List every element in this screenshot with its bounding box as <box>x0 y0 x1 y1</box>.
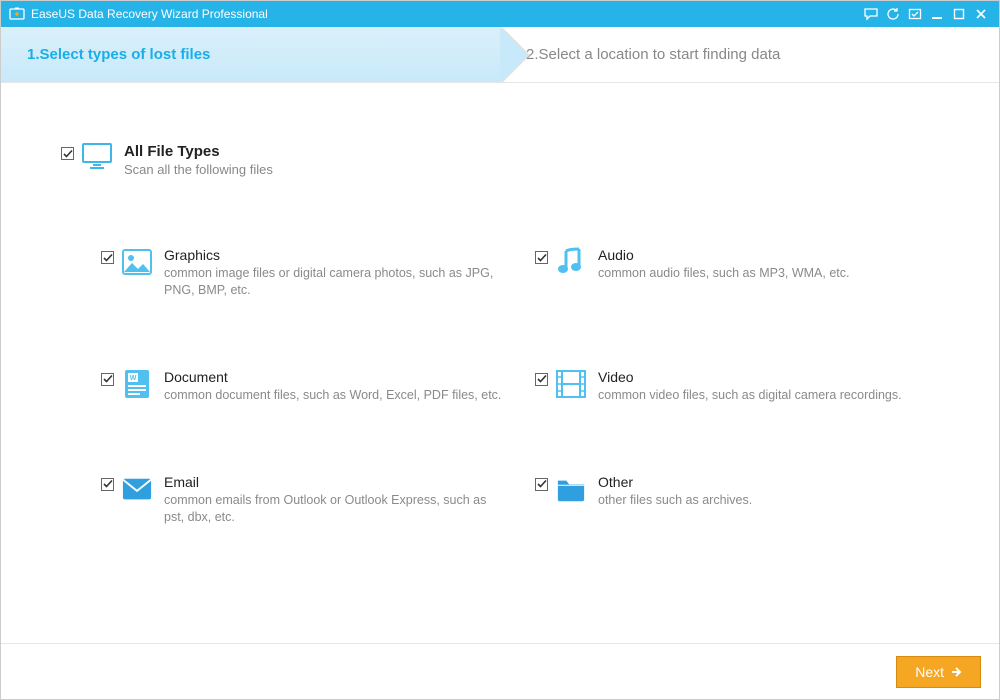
option-video: Video common video files, such as digita… <box>535 369 939 404</box>
checkbox-email[interactable] <box>101 478 114 491</box>
svg-text:W: W <box>130 375 137 382</box>
all-title: All File Types <box>124 143 273 160</box>
checkbox-video[interactable] <box>535 373 548 386</box>
graphics-desc: common image files or digital camera pho… <box>164 265 504 299</box>
step-1: 1.Select types of lost files <box>1 27 500 82</box>
document-title: Document <box>164 369 501 385</box>
minimize-button[interactable] <box>927 4 947 24</box>
app-title: EaseUS Data Recovery Wizard Professional <box>31 7 268 21</box>
next-button[interactable]: Next <box>896 656 981 688</box>
menu-icon[interactable] <box>905 4 925 24</box>
feedback-icon[interactable] <box>861 4 881 24</box>
checkbox-all[interactable] <box>61 147 74 160</box>
app-icon <box>9 6 25 22</box>
maximize-button[interactable] <box>949 4 969 24</box>
checkbox-audio[interactable] <box>535 251 548 264</box>
titlebar: EaseUS Data Recovery Wizard Professional <box>1 1 999 27</box>
footer: Next <box>1 643 999 699</box>
email-icon <box>122 474 152 504</box>
checkbox-graphics[interactable] <box>101 251 114 264</box>
option-audio: Audio common audio files, such as MP3, W… <box>535 247 939 299</box>
content-area: All File Types Scan all the following fi… <box>1 83 999 525</box>
step-1-label: 1.Select types of lost files <box>27 46 210 63</box>
email-desc: common emails from Outlook or Outlook Ex… <box>164 492 504 526</box>
graphics-icon <box>122 247 152 277</box>
audio-title: Audio <box>598 247 849 263</box>
close-button[interactable] <box>971 4 991 24</box>
all-subtitle: Scan all the following files <box>124 162 273 177</box>
option-email: Email common emails from Outlook or Outl… <box>101 474 505 526</box>
checkbox-document[interactable] <box>101 373 114 386</box>
other-title: Other <box>598 474 752 490</box>
other-desc: other files such as archives. <box>598 492 752 509</box>
checkbox-other[interactable] <box>535 478 548 491</box>
email-title: Email <box>164 474 504 490</box>
video-icon <box>556 369 586 399</box>
step-2-label: 2.Select a location to start finding dat… <box>526 46 780 63</box>
option-graphics: Graphics common image files or digital c… <box>101 247 505 299</box>
update-icon[interactable] <box>883 4 903 24</box>
audio-desc: common audio files, such as MP3, WMA, et… <box>598 265 849 282</box>
monitor-icon <box>82 143 112 169</box>
wizard-steps: 1.Select types of lost files 2.Select a … <box>1 27 999 83</box>
arrow-right-icon <box>950 666 962 678</box>
option-document: W Document common document files, such a… <box>101 369 505 404</box>
next-label: Next <box>915 664 944 680</box>
audio-icon <box>556 247 586 277</box>
graphics-title: Graphics <box>164 247 504 263</box>
option-other: Other other files such as archives. <box>535 474 939 526</box>
option-all-file-types: All File Types Scan all the following fi… <box>61 143 939 177</box>
video-desc: common video files, such as digital came… <box>598 387 902 404</box>
step-2[interactable]: 2.Select a location to start finding dat… <box>500 27 999 82</box>
document-icon: W <box>122 369 152 399</box>
document-desc: common document files, such as Word, Exc… <box>164 387 501 404</box>
video-title: Video <box>598 369 902 385</box>
folder-icon <box>556 474 586 504</box>
